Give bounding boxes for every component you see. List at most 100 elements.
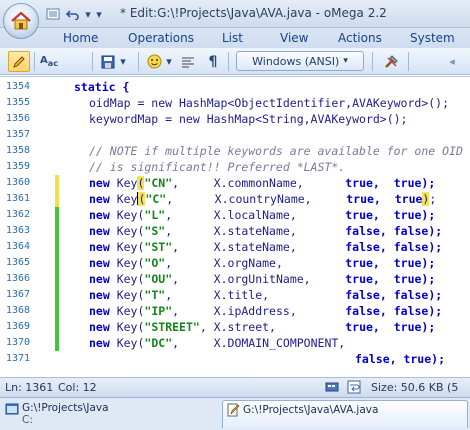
editor-line: 1365 new Key("O", X.orgName, true, true); [0, 255, 470, 271]
keyword-new: new [89, 288, 110, 302]
boolean-arg: true, [345, 176, 380, 190]
line-number: 1354 [6, 81, 31, 92]
change-marker [55, 271, 59, 287]
encoding-dropdown[interactable]: Windows (ANSI) ▾ [236, 51, 364, 71]
string-literal: "STREET" [144, 320, 200, 334]
customize-qat-icon[interactable]: ▾ [94, 5, 104, 23]
line-number: 1363 [6, 225, 31, 236]
chevron-down-icon: ▾ [343, 56, 348, 66]
change-marker [55, 223, 59, 239]
field-ref: X.stateName, [213, 240, 297, 254]
editor-line: 1367 new Key("T", X.title, false, false); [0, 287, 470, 303]
editor-line: 1363 new Key("S", X.stateName, false, fal… [0, 223, 470, 239]
code-text: new Key("O", X.orgName, true, true); [89, 256, 436, 270]
line-number: 1357 [6, 129, 31, 140]
code-editor[interactable]: 1354 static { 1355 oidMap = new HashMap<… [0, 76, 470, 366]
editor-line: 1371 false, true); [0, 351, 470, 367]
field-ref: X.commonName, [213, 176, 304, 190]
save-button[interactable] [98, 51, 118, 72]
line-number: 1358 [6, 145, 31, 156]
toolbar: Aac ▾ ▾ ¶ Windows (ANSI) ▾ ◂ [0, 48, 470, 75]
string-literal: "O" [144, 256, 166, 270]
tab-list[interactable]: List [222, 31, 243, 45]
undo-icon[interactable] [64, 5, 82, 23]
line-number: 1364 [6, 241, 31, 252]
line-options-button[interactable] [178, 51, 198, 72]
save-dropdown-icon[interactable]: ▾ [118, 51, 128, 72]
field-ref: X.title, [213, 288, 270, 302]
boolean-arg: true, [345, 208, 380, 222]
tab-operations[interactable]: Operations [128, 31, 194, 45]
edit-mode-button[interactable] [8, 51, 30, 72]
tab-system[interactable]: System [410, 31, 455, 45]
title-bar: ▾ ▾ * Edit:G:\!Projects\Java\AVA.java - … [0, 0, 470, 28]
doctab-file[interactable]: G:\!Projects\Java\AVA.java [222, 400, 468, 428]
wrap-icon[interactable] [347, 380, 361, 394]
tab-home[interactable]: Home [63, 31, 98, 45]
ribbon-extra-button[interactable]: ◂ [440, 51, 464, 72]
line-number: 1362 [6, 209, 31, 220]
keyword-new: new [89, 176, 110, 190]
code-text: static { [74, 80, 130, 94]
keyword-new: new [89, 240, 110, 254]
menu-icon[interactable] [44, 5, 62, 23]
editor-line: 1359 // is significant!! Preferred *LAST… [0, 159, 470, 175]
string-literal: "OU" [144, 272, 173, 286]
smiley-icon [147, 54, 161, 69]
doctab-folder-sub: C: [22, 414, 33, 426]
doctab-file-path: G:\!Projects\Java\AVA.java [243, 404, 379, 416]
boolean-arg: true [394, 192, 423, 206]
keyword-new: new [89, 192, 110, 206]
status-col: Col: 12 [58, 381, 97, 394]
keyword-new: new [89, 272, 110, 286]
field-ref: X.orgUnitName, [213, 272, 311, 286]
tools-button[interactable] [380, 51, 402, 72]
string-literal: "C" [145, 192, 167, 206]
change-marker [55, 191, 59, 207]
undo-dropdown-icon[interactable]: ▾ [84, 5, 92, 23]
change-marker [55, 287, 59, 303]
boolean-arg: false, [345, 304, 387, 318]
doctab-folder-path: G:\!Projects\Java [22, 402, 109, 414]
doctab-folder[interactable]: G:\!Projects\Java C: [2, 400, 220, 428]
field-ref: X.DOMAIN_COMPONENT, [213, 336, 346, 350]
macro-icon[interactable] [325, 380, 339, 394]
smiley-button[interactable] [144, 51, 164, 72]
window-title: * Edit:G:\!Projects\Java\AVA.java - oMeg… [120, 6, 387, 20]
boolean-arg: true, [345, 320, 380, 334]
case-convert-icon: Aac [40, 55, 58, 68]
smiley-dropdown-icon[interactable]: ▾ [164, 51, 174, 72]
code-text: new Key("STREET", X.street, true, true); [89, 320, 436, 334]
floppy-icon [101, 55, 115, 68]
status-size: Size: 50.6 KB (5 [371, 381, 459, 394]
code-text: oidMap = new HashMap<ObjectIdentifier,AV… [89, 96, 450, 110]
change-marker [55, 319, 59, 335]
string-literal: "CN" [144, 176, 173, 190]
field-ref: X.ipAddress, [213, 304, 297, 318]
line-number: 1367 [6, 289, 31, 300]
code-text: keywordMap = new HashMap<String,AVAKeywo… [89, 112, 408, 126]
boolean-arg: false, [345, 224, 387, 238]
tab-actions[interactable]: Actions [338, 31, 382, 45]
editor-line: 1358 // NOTE if multiple keywords are av… [0, 143, 470, 159]
keyword-new: new [89, 336, 110, 350]
comment-text: // NOTE if multiple keywords are availab… [89, 144, 463, 158]
keyword-new: new [89, 208, 110, 222]
application-menu-button[interactable] [3, 3, 39, 39]
code-text: new Key("T", X.title, false, false); [89, 288, 443, 302]
pilcrow-icon[interactable]: ¶ [204, 51, 222, 72]
case-convert-button[interactable]: Aac [38, 51, 60, 72]
line-number: 1355 [6, 97, 31, 108]
string-literal: "IP" [144, 304, 173, 318]
editor-line: 1370 new Key("DC", X.DOMAIN_COMPONENT, [0, 335, 470, 351]
field-ref: X.street, [213, 320, 276, 334]
tab-view[interactable]: View [280, 31, 308, 45]
change-marker [55, 303, 59, 319]
string-literal: "S" [144, 224, 166, 238]
line-number: 1366 [6, 273, 31, 284]
status-line: Ln: 1361 [5, 381, 54, 394]
code-text: new Key("C", X.countryName, true, true); [89, 192, 437, 206]
boolean-arg: true); [393, 208, 436, 222]
line-number: 1370 [6, 337, 31, 348]
line-number: 1365 [6, 257, 31, 268]
